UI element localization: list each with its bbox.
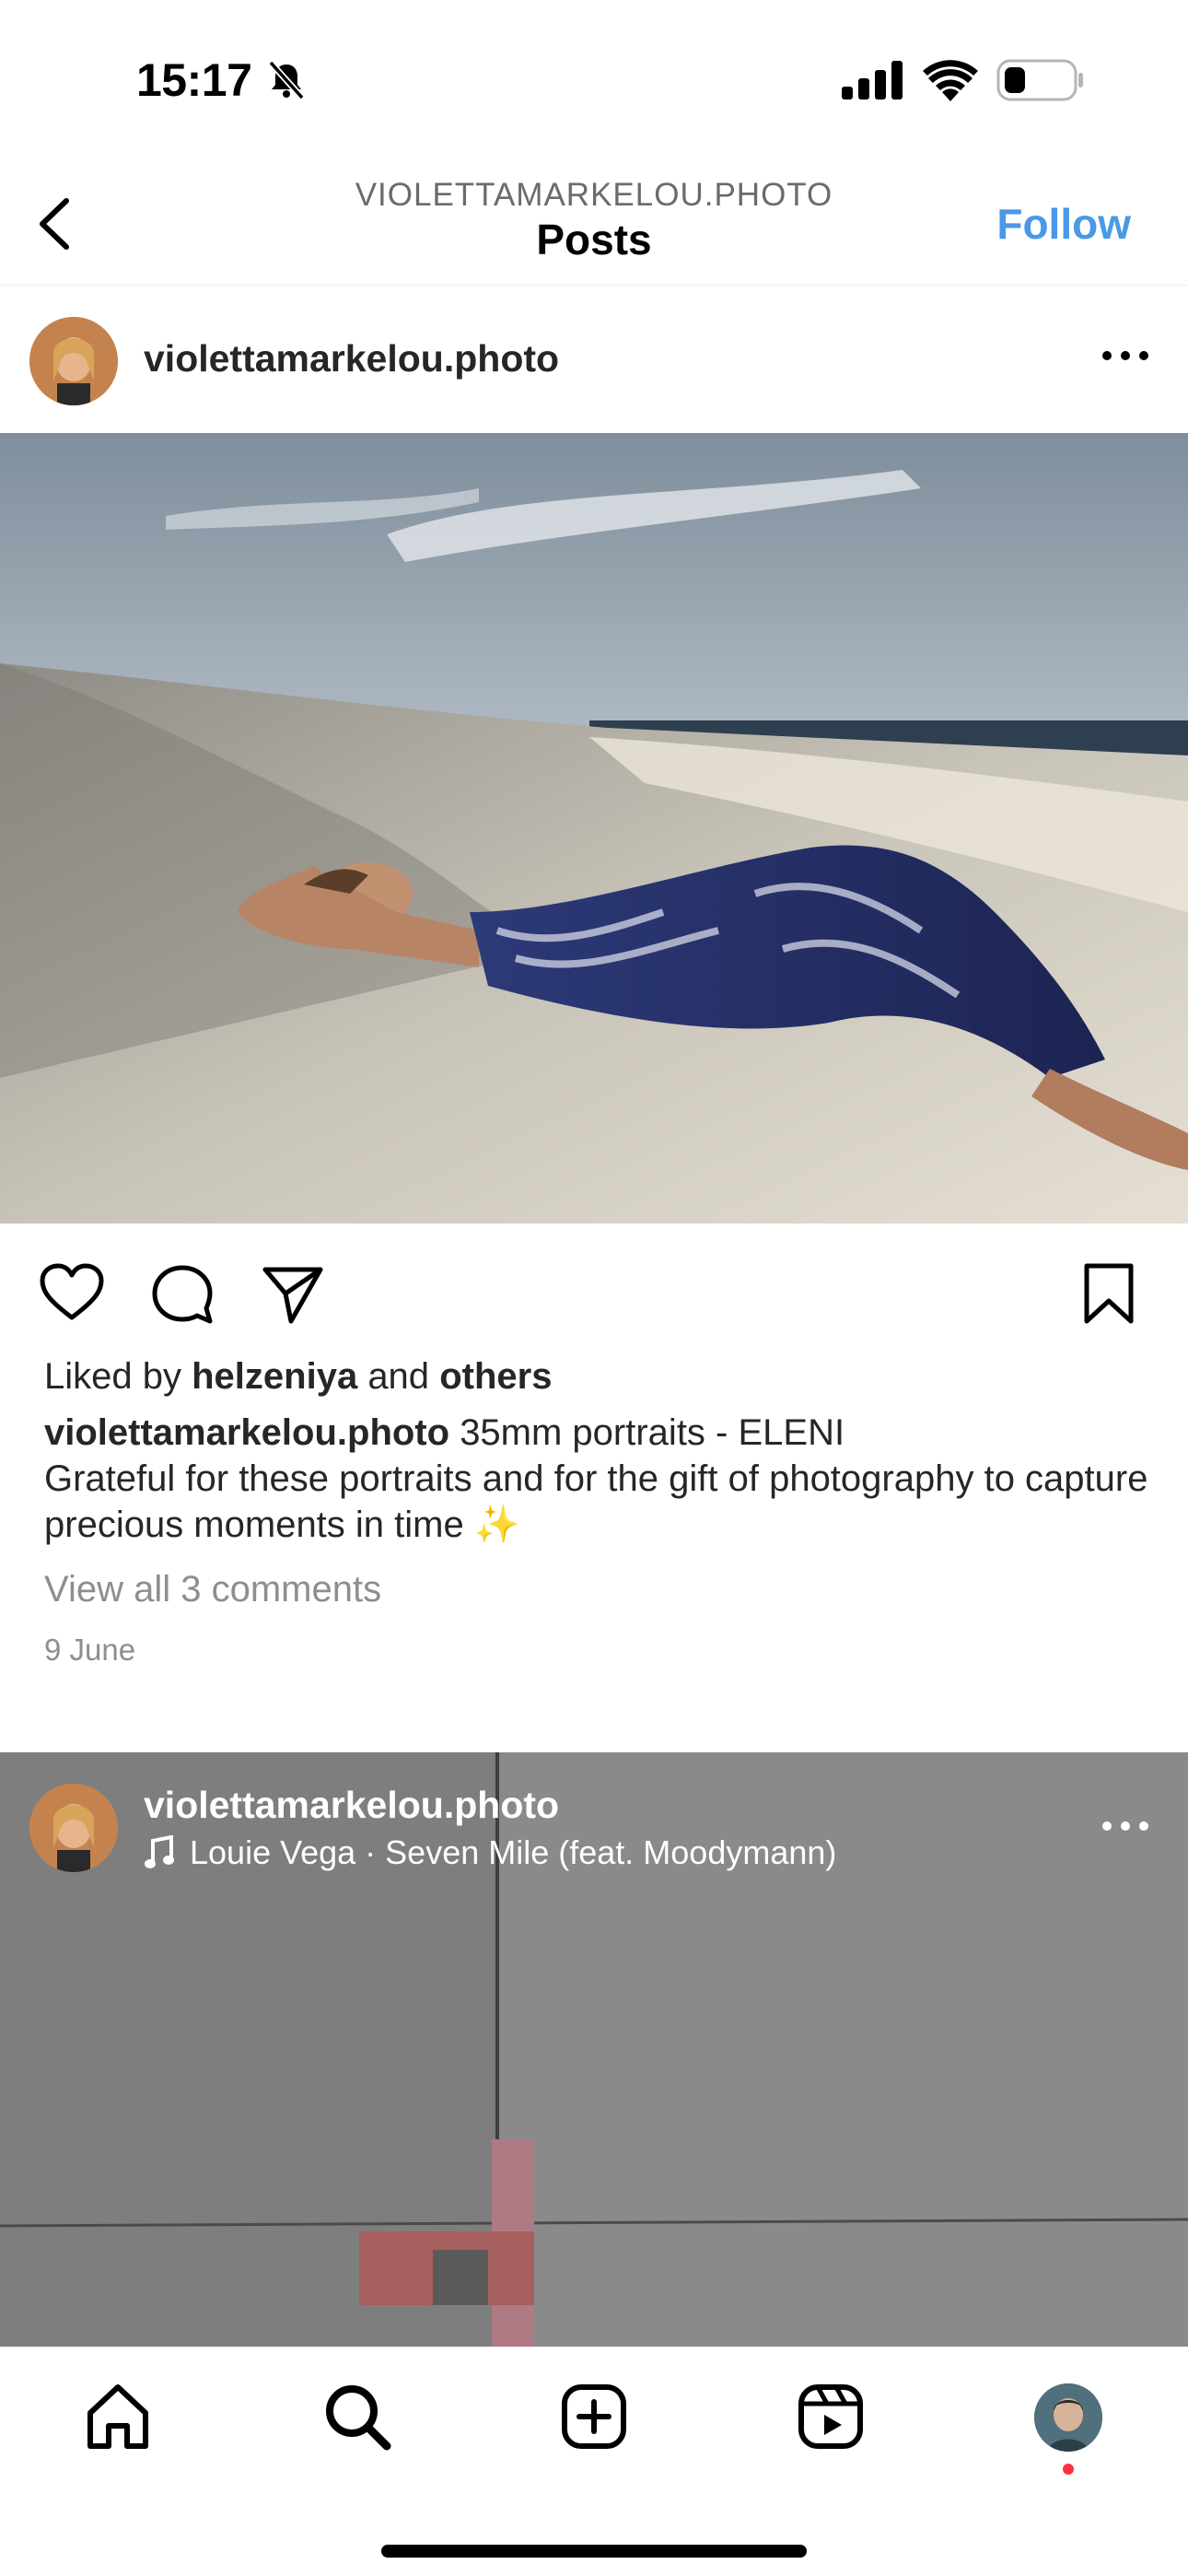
music-track[interactable]: Louie Vega · Seven Mile (feat. Moodymann… [190,1833,836,1872]
post-image[interactable] [0,433,1188,1224]
share-icon[interactable] [260,1260,326,1327]
beach-portrait-photo [0,433,1188,1224]
home-icon[interactable] [81,2380,155,2453]
status-bar: 15:17 [0,0,1188,157]
signal-icon [842,61,903,100]
bottom-nav [0,2347,1188,2576]
status-time: 15:17 [136,54,252,106]
music-note-icon [145,1835,174,1868]
liked-user[interactable]: helzeniya [192,1356,357,1397]
caption-title: 35mm portraits - ELENI [460,1412,845,1453]
home-indicator[interactable] [381,2545,807,2558]
likes-prefix: Liked by [44,1356,181,1397]
avatar[interactable] [29,317,118,405]
profile-avatar[interactable] [1034,2383,1102,2452]
more-options-icon[interactable] [1100,1817,1151,1835]
battery-icon [996,59,1083,101]
caption-body: Grateful for these portraits and for the… [44,1458,1148,1545]
likes-and: and [367,1356,430,1397]
post-actions [0,1249,1188,1332]
bookmark-icon[interactable] [1076,1260,1142,1327]
caption-username[interactable]: violettamarkelou.photo [44,1412,449,1453]
post-caption: violettamarkelou.photo 35mm portraits - … [44,1410,1149,1548]
top-header: VIOLETTAMARKELOU.PHOTO Posts Follow [0,157,1188,286]
likes-text[interactable]: Liked by helzeniya and others [44,1356,552,1398]
post-username[interactable]: violettamarkelou.photo [144,337,559,381]
post-header: violettamarkelou.photo [0,304,1188,415]
liked-others[interactable]: others [439,1356,552,1397]
bell-slash-icon [268,60,305,100]
wifi-icon [923,60,978,101]
post-date: 9 June [44,1633,136,1667]
avatar[interactable] [29,1784,118,1872]
more-options-icon[interactable] [1100,346,1151,365]
reels-icon[interactable] [794,2380,868,2453]
create-icon[interactable] [557,2380,631,2453]
follow-button[interactable]: Follow [996,199,1131,249]
post-username[interactable]: violettamarkelou.photo [144,1784,559,1827]
view-comments-link[interactable]: View all 3 comments [44,1569,381,1610]
second-post[interactable]: violettamarkelou.photo Louie Vega · Seve… [0,1752,1188,2347]
heart-icon[interactable] [39,1260,105,1327]
comment-icon[interactable] [149,1260,215,1327]
search-icon[interactable] [320,2380,394,2453]
notification-dot [1063,2464,1074,2475]
